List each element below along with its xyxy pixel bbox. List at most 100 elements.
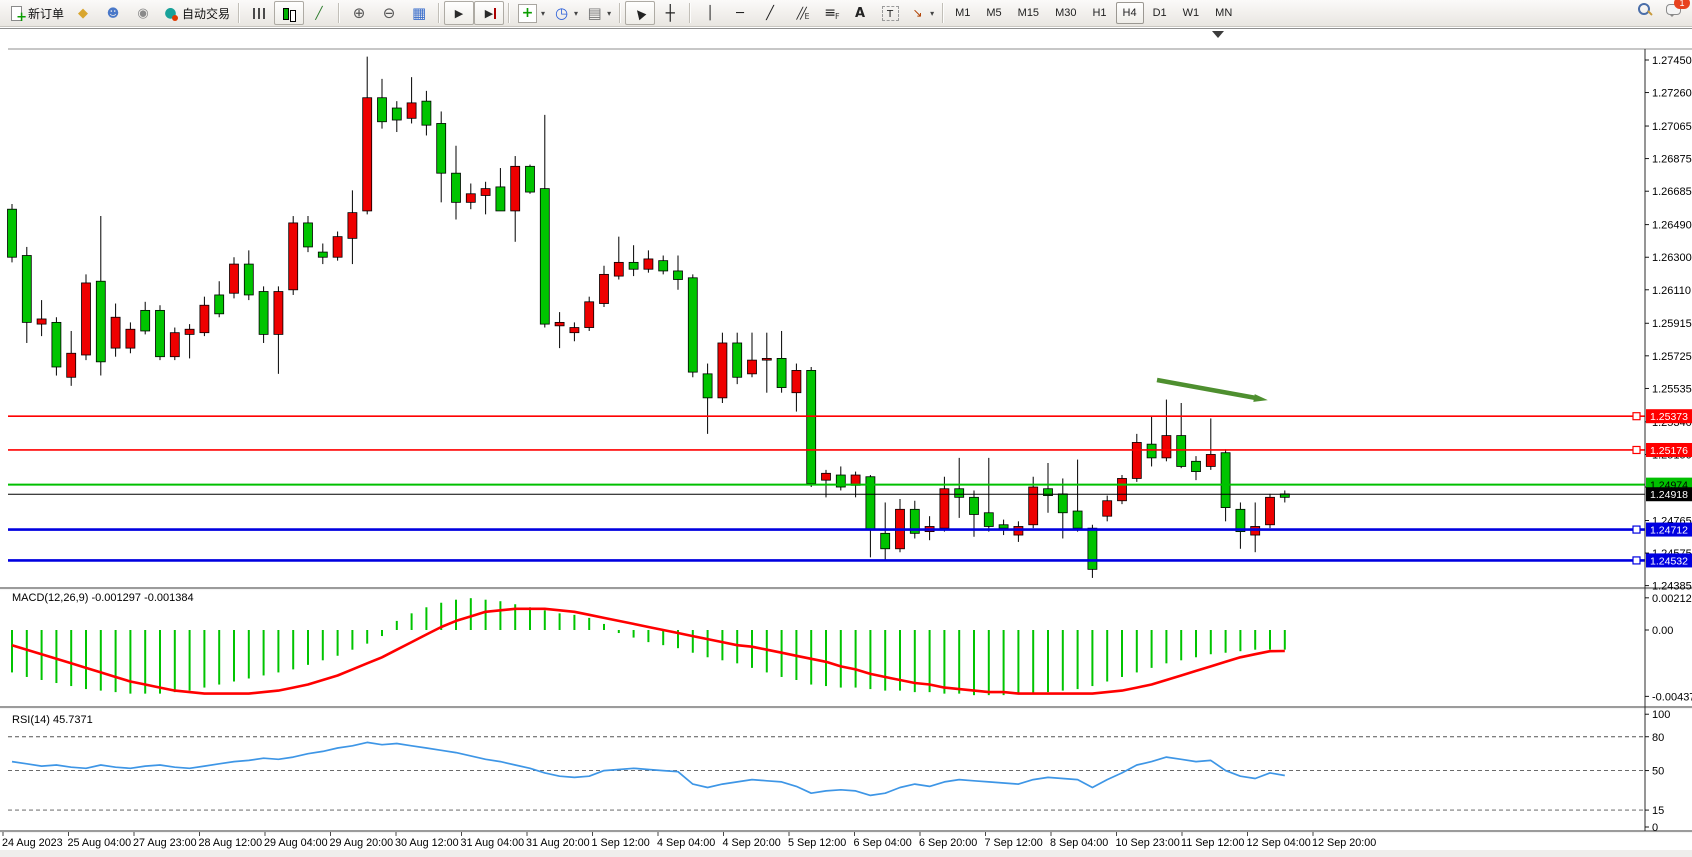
periods-button[interactable]: ▾ (549, 1, 582, 25)
timeframe-mn-button[interactable]: MN (1208, 2, 1239, 24)
chevron-down-icon: ▾ (607, 9, 611, 18)
date-tick-label: 4 Sep 20:00 (723, 837, 781, 849)
fibonacci-button[interactable] (815, 1, 845, 25)
signals-button[interactable] (128, 1, 158, 25)
zoom-out-button[interactable] (374, 1, 404, 25)
bear-candle (111, 317, 120, 348)
toolbar-separator (942, 3, 944, 23)
rsi-label: RSI(14) 45.7371 (12, 714, 93, 726)
auto-trading-label: 自动交易 (182, 5, 230, 22)
resistance-line-1-handle[interactable] (1633, 413, 1640, 420)
bear-candle (37, 319, 46, 324)
cursor-icon (632, 5, 649, 22)
equidistant-channel-button[interactable] (785, 1, 815, 25)
vertical-line-button[interactable] (695, 1, 725, 25)
bull-candle (392, 108, 401, 120)
chart-window: ▼ GBPUSD-,H4 1.24913 1.24981 1.24896 1.2… (0, 28, 1692, 857)
price-tick-label: 1.26685 (1652, 186, 1692, 198)
line-chart-icon (311, 5, 328, 22)
indicators-icon (518, 4, 537, 23)
toolbar-separator (508, 3, 510, 23)
horizontal-line-button[interactable] (725, 1, 755, 25)
bar-chart-button[interactable] (244, 1, 274, 25)
arrows-button[interactable]: ▾ (905, 1, 938, 25)
bull-candle (955, 489, 964, 498)
cursor-button[interactable] (625, 1, 655, 25)
bull-candle (526, 166, 535, 192)
zoom-in-button[interactable] (344, 1, 374, 25)
bear-candle (1162, 436, 1171, 458)
timeframe-h1-button[interactable]: H1 (1085, 2, 1113, 24)
auto-trading-icon (162, 5, 179, 22)
template-icon (586, 5, 603, 22)
date-tick-label: 25 Aug 04:00 (68, 837, 132, 849)
timeframe-h4-button[interactable]: H4 (1116, 2, 1144, 24)
bear-candle (407, 103, 416, 118)
date-tick-label: 29 Aug 20:00 (330, 837, 394, 849)
history-center-button[interactable] (68, 1, 98, 25)
chevron-down-icon: ▾ (930, 9, 934, 18)
bull-candle (318, 252, 327, 257)
chart-background (0, 29, 1692, 857)
bear-candle (585, 302, 594, 328)
signal-icon (135, 5, 152, 22)
timeframe-m30-button[interactable]: M30 (1048, 2, 1083, 24)
bull-candle (1073, 511, 1082, 528)
toolbar-separator (438, 3, 440, 23)
macd-tick-label: 0.002123 (1652, 593, 1692, 605)
date-tick-label: 7 Sep 12:00 (985, 837, 1043, 849)
date-tick-label: 6 Sep 20:00 (919, 837, 977, 849)
bear-candle (348, 213, 357, 239)
chart-canvas[interactable]: MACD(12,26,9) -0.001297 -0.001384RSI(14)… (0, 29, 1692, 857)
date-tick-label: 28 Aug 12:00 (199, 837, 263, 849)
bull-candle (540, 189, 549, 324)
tile-windows-button[interactable] (404, 1, 434, 25)
new-order-label: 新订单 (28, 5, 64, 22)
chart-shift-button[interactable] (474, 1, 504, 25)
templates-button[interactable]: ▾ (582, 1, 615, 25)
trendline-button[interactable] (755, 1, 785, 25)
bear-candle (570, 328, 579, 333)
crosshair-button[interactable] (655, 1, 685, 25)
timeframe-d1-button[interactable]: D1 (1146, 2, 1174, 24)
toolbar-separator (238, 3, 240, 23)
resistance-line-2-handle[interactable] (1633, 446, 1640, 453)
timeframe-m5-button[interactable]: M5 (979, 2, 1008, 24)
support-line-blue-2-handle[interactable] (1633, 557, 1640, 564)
bear-candle (1266, 497, 1275, 524)
auto-scroll-button[interactable] (444, 1, 474, 25)
toolbar-separator (338, 3, 340, 23)
auto-trading-button[interactable]: 自动交易 (158, 1, 234, 25)
line-chart-button[interactable] (304, 1, 334, 25)
support-line-blue-1-handle[interactable] (1633, 526, 1640, 533)
candlestick-chart-button[interactable] (274, 1, 304, 25)
timeframe-w1-button[interactable]: W1 (1176, 2, 1207, 24)
text-label-button[interactable] (875, 1, 905, 25)
price-tick-label: 1.25915 (1652, 318, 1692, 330)
date-tick-label: 1 Sep 12:00 (592, 837, 650, 849)
bull-candle (96, 281, 105, 362)
price-tick-label: 1.26110 (1652, 285, 1691, 297)
bull-candle (733, 343, 742, 377)
bear-candle (170, 333, 179, 357)
bar-chart-icon (251, 5, 268, 22)
bear-candle (748, 360, 757, 374)
search-button[interactable] (1637, 2, 1652, 22)
bear-candle (126, 329, 135, 348)
bear-candle (555, 322, 564, 325)
text-button[interactable] (845, 1, 875, 25)
indicators-button[interactable]: ▾ (514, 1, 549, 25)
bull-candle (22, 256, 31, 323)
timeframe-m1-button[interactable]: M1 (948, 2, 977, 24)
notifications-button[interactable]: 1 (1666, 2, 1684, 22)
bull-candle (141, 310, 150, 331)
new-order-button[interactable]: 新订单 (4, 1, 68, 25)
zoom-out-icon (381, 5, 398, 22)
bull-candle (156, 310, 165, 356)
bear-candle (1206, 454, 1215, 466)
bull-candle (215, 295, 224, 314)
bear-candle (644, 259, 653, 269)
crosshair-icon (662, 5, 679, 22)
timeframe-m15-button[interactable]: M15 (1011, 2, 1046, 24)
community-button[interactable] (98, 1, 128, 25)
